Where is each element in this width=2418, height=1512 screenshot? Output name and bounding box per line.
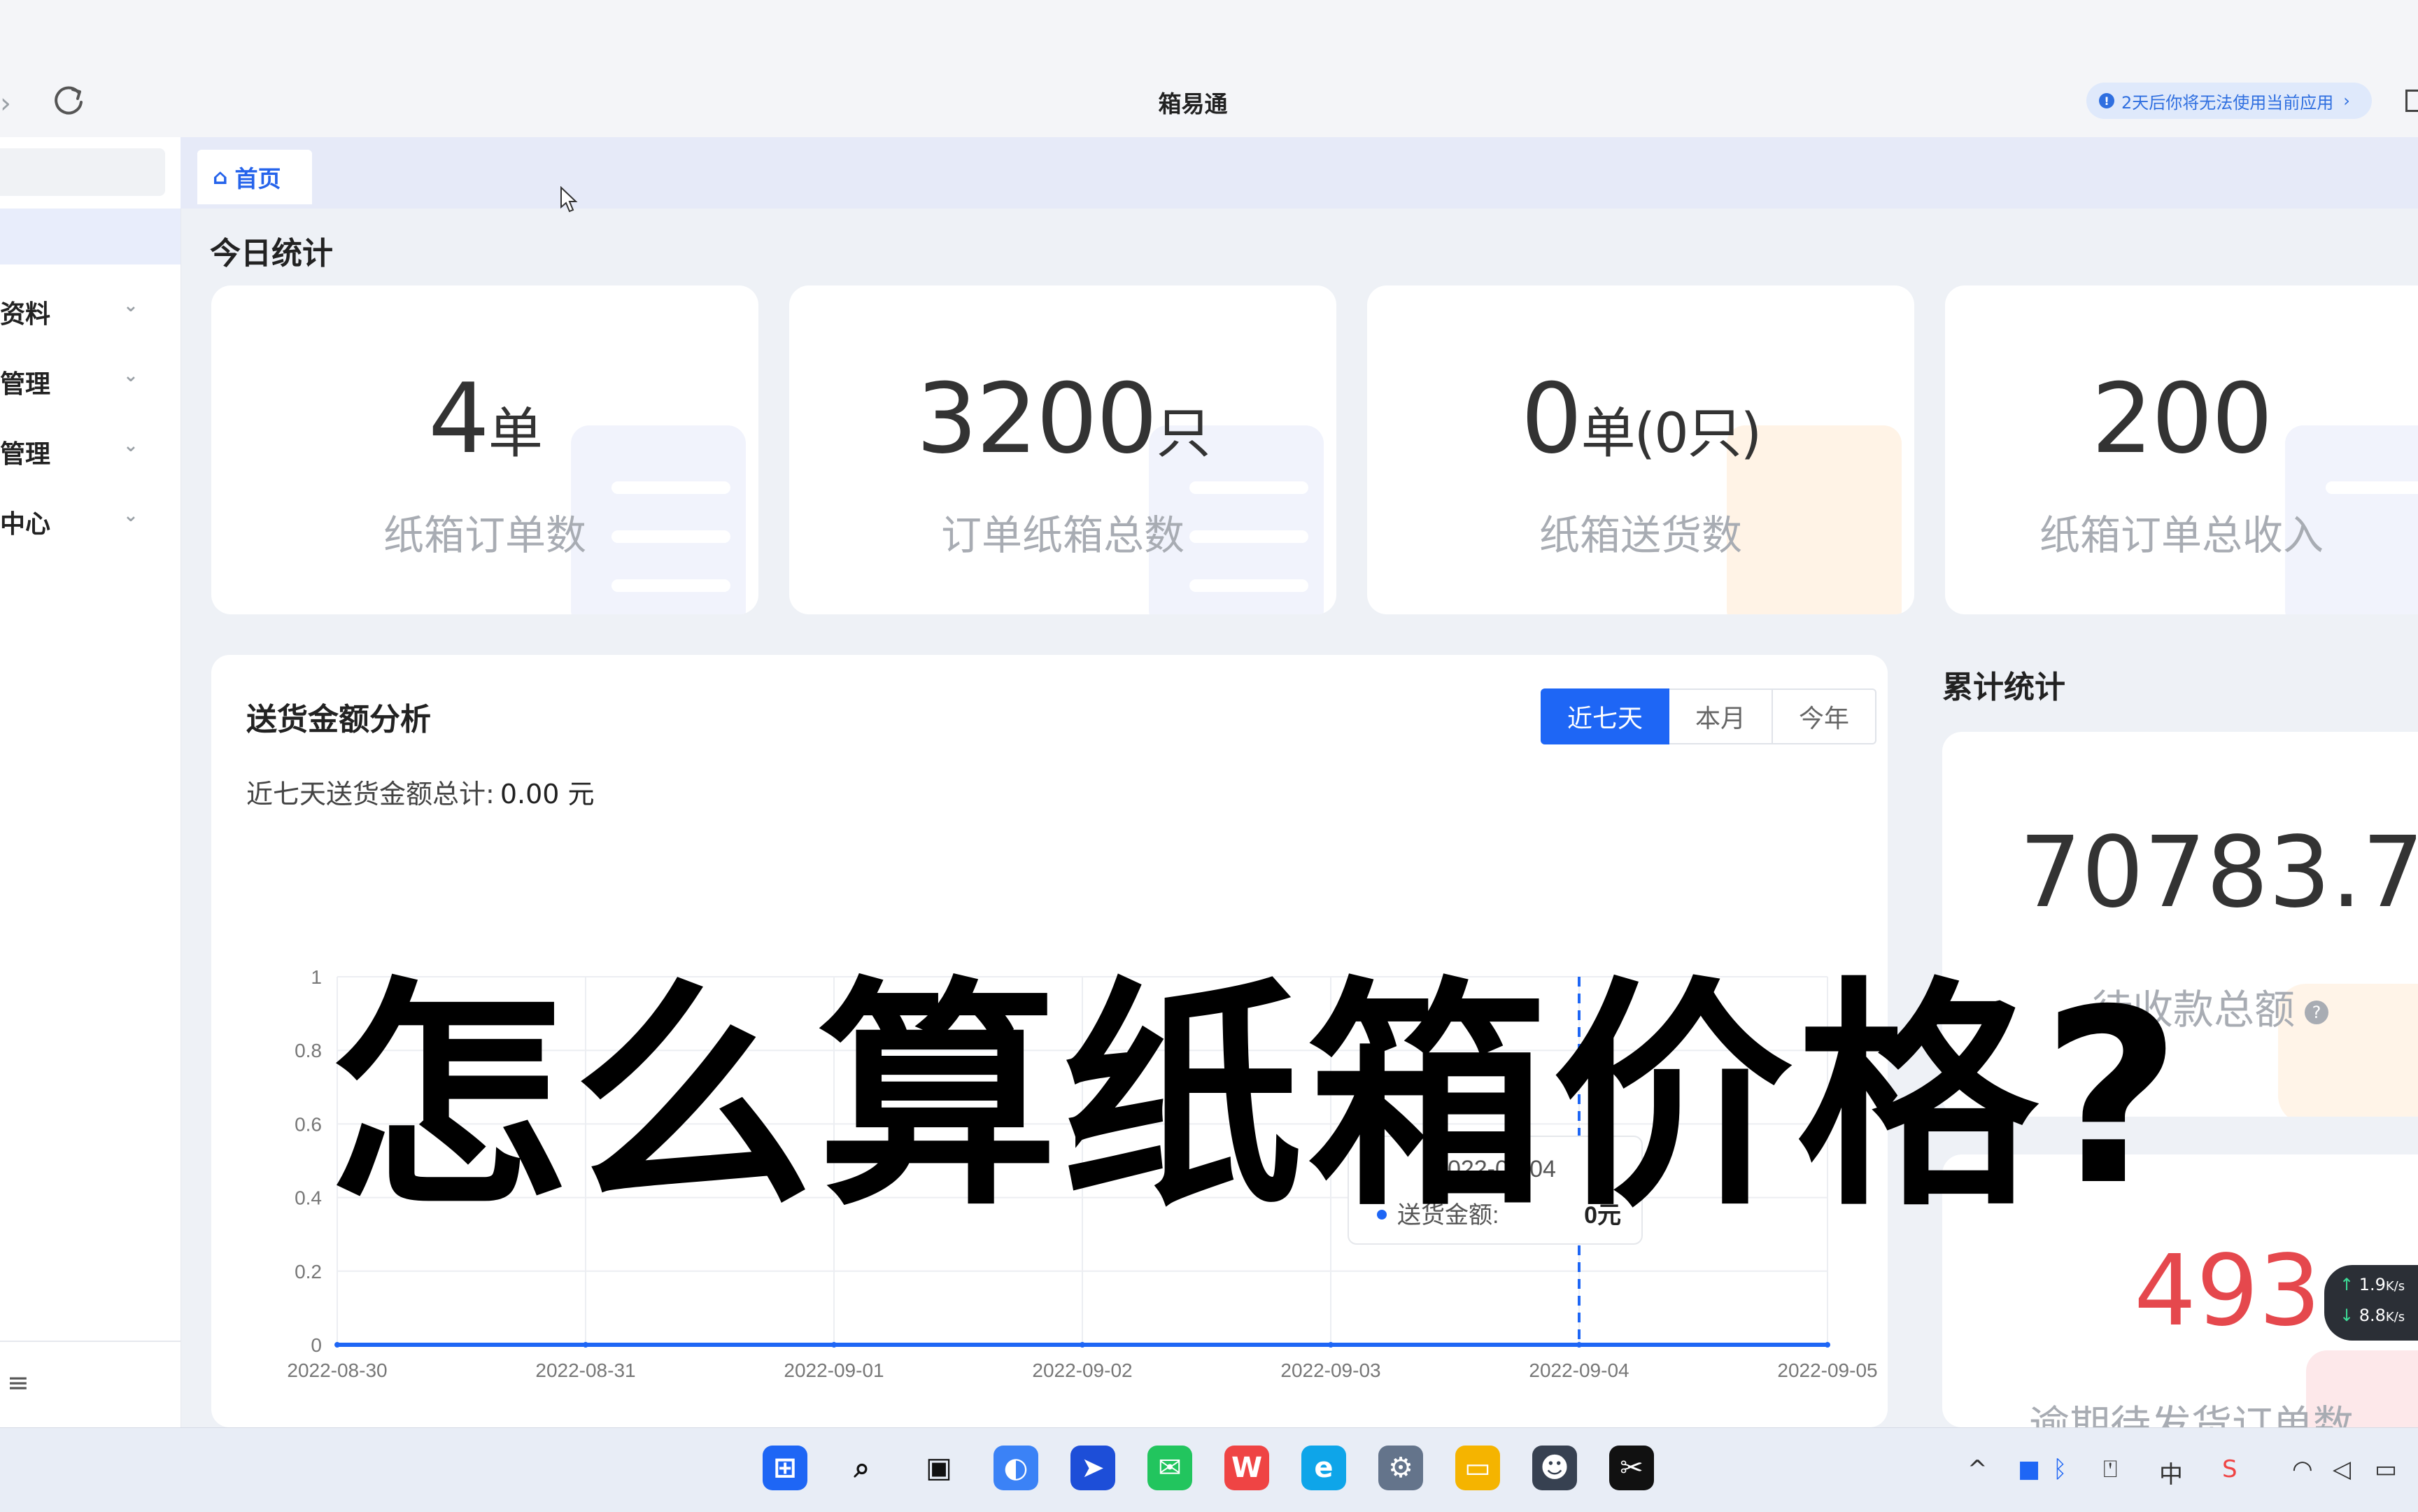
window-button[interactable] — [2405, 90, 2418, 112]
expiry-notice[interactable]: ! 2天后你将无法使用当前应用 › — [2086, 83, 2372, 119]
sidebar-item-label: 管理 — [0, 370, 51, 399]
home-icon: ⌂ — [213, 164, 228, 190]
stat-label: 纸箱订单总收入 — [2039, 511, 2324, 559]
mouse-cursor-icon — [560, 186, 578, 213]
search-icon[interactable]: ⌕ — [840, 1446, 884, 1490]
y-tick-label: 0.8 — [295, 1040, 322, 1061]
stat-value: 200 — [2091, 362, 2272, 475]
y-tick-label: 0 — [311, 1334, 322, 1356]
help-icon[interactable]: ? — [2305, 1000, 2329, 1024]
stat-card-income: 200 纸箱订单总收入 — [1945, 285, 2418, 614]
cumulative-title: 累计统计 — [1942, 670, 2065, 705]
tray-app-icon[interactable]: ■ — [2018, 1455, 2040, 1483]
sidebar-item-data[interactable]: 资料 ⌄ — [0, 284, 181, 333]
stat-card-deliveries: 0单(0只) 纸箱送货数 — [1367, 285, 1914, 614]
data-point — [583, 1342, 588, 1348]
sidebar-item-label: 管理 — [0, 440, 51, 469]
sidebar-item-center[interactable]: 中心 ⌄ — [0, 494, 181, 543]
expiry-notice-text: 2天后你将无法使用当前应用 — [2121, 92, 2334, 113]
data-point — [1080, 1342, 1085, 1348]
files-icon[interactable]: ▭ — [1455, 1446, 1500, 1490]
wechat-icon[interactable]: ✉ — [1147, 1446, 1192, 1490]
sidebar-item-manage-2[interactable]: 管理 ⌄ — [0, 424, 181, 473]
overdue-label: 逾期待发货订单数 — [2029, 1401, 2354, 1427]
stat-value: 4单 — [428, 362, 543, 475]
game-icon[interactable]: ☻ — [1532, 1446, 1577, 1490]
sidebar: 资料 ⌄ 管理 ⌄ 管理 ⌄ 中心 ⌄ ≡ — [0, 137, 181, 1427]
capcut-icon[interactable]: ✂ — [1609, 1446, 1654, 1490]
stat-label: 纸箱送货数 — [1539, 511, 1742, 559]
y-tick-label: 0.6 — [295, 1113, 322, 1135]
app-title: 箱易通 — [1158, 90, 1228, 118]
microphone-icon[interactable]: ⍞ — [2103, 1455, 2117, 1483]
video-caption: 怎么算纸箱价格? — [327, 959, 2186, 1238]
reload-icon[interactable] — [50, 83, 87, 119]
stat-value: 0单(0只) — [1520, 362, 1762, 475]
data-point — [831, 1342, 837, 1348]
wifi-icon[interactable]: ◠ — [2292, 1455, 2313, 1483]
y-tick-label: 0.4 — [295, 1187, 322, 1209]
receivable-value: 70783.76 — [2019, 816, 2418, 930]
data-point — [334, 1342, 340, 1348]
bluetooth-icon[interactable]: ᛒ — [2053, 1455, 2067, 1483]
x-tick-label: 2022-09-04 — [1529, 1359, 1629, 1381]
x-tick-label: 2022-08-30 — [287, 1359, 387, 1381]
tab-home[interactable]: ⌂ 首页 — [197, 150, 312, 204]
today-stats-title: 今日统计 — [210, 236, 333, 271]
input-method-icon[interactable]: 中 — [2159, 1455, 2183, 1490]
y-tick-label: 0.2 — [295, 1261, 322, 1283]
stat-label: 订单纸箱总数 — [940, 511, 1185, 559]
chevron-down-icon: ⌄ — [123, 365, 139, 386]
arrow-app-icon[interactable]: ➤ — [1070, 1446, 1115, 1490]
wps-icon[interactable]: W — [1224, 1446, 1269, 1490]
x-tick-label: 2022-09-05 — [1777, 1359, 1877, 1381]
chevron-down-icon: ⌄ — [123, 435, 139, 456]
data-point — [1328, 1342, 1334, 1348]
tray-overflow-icon[interactable]: ^ — [1967, 1455, 1988, 1483]
sidebar-divider — [0, 1341, 181, 1342]
overdue-value: 493 — [2134, 1234, 2321, 1348]
x-tick-label: 2022-09-03 — [1280, 1359, 1380, 1381]
chevron-down-icon: ⌄ — [123, 295, 139, 316]
sidebar-item-manage-1[interactable]: 管理 ⌄ — [0, 354, 181, 403]
info-icon: ! — [2099, 93, 2114, 108]
task-view-icon[interactable]: ▣ — [917, 1446, 961, 1490]
stat-card-orders: 4单 纸箱订单数 — [211, 285, 758, 614]
download-speed: ↓ 8.8K/s — [2340, 1306, 2405, 1325]
forward-icon[interactable]: › — [0, 87, 11, 120]
y-tick-label: 1 — [311, 966, 322, 988]
edge-icon[interactable]: e — [1301, 1446, 1346, 1490]
stat-card-boxes: 3200只 订单纸箱总数 — [789, 285, 1336, 614]
chevron-right-icon: › — [2343, 91, 2350, 111]
network-speed-widget: ↑ 1.9K/s ↓ 8.8K/s — [2324, 1265, 2418, 1341]
tab-strip — [181, 137, 2418, 209]
x-tick-label: 2022-09-02 — [1032, 1359, 1132, 1381]
stat-value: 3200只 — [916, 362, 1210, 475]
settings-icon[interactable]: ⚙ — [1378, 1446, 1423, 1490]
data-point — [1825, 1342, 1830, 1348]
sidebar-search[interactable] — [0, 148, 165, 196]
windows-start-icon[interactable]: ⊞ — [763, 1446, 807, 1490]
x-tick-label: 2022-09-01 — [784, 1359, 884, 1381]
volume-icon[interactable]: ◁ — [2333, 1455, 2351, 1483]
x-tick-label: 2022-08-31 — [535, 1359, 635, 1381]
upload-speed: ↑ 1.9K/s — [2340, 1275, 2405, 1294]
data-point — [1576, 1342, 1582, 1348]
menu-collapse-icon[interactable]: ≡ — [7, 1367, 29, 1398]
sidebar-item-label: 中心 — [0, 510, 51, 539]
chevron-down-icon: ⌄ — [123, 505, 139, 526]
battery-icon[interactable]: ▭ — [2375, 1455, 2397, 1483]
tab-home-label: 首页 — [234, 165, 281, 192]
sidebar-item-home[interactable] — [0, 209, 181, 264]
sogou-icon[interactable]: S — [2222, 1455, 2237, 1483]
stat-label: 纸箱订单数 — [383, 511, 586, 559]
sidebar-item-label: 资料 — [0, 300, 51, 329]
browser-icon[interactable]: ◐ — [994, 1446, 1038, 1490]
